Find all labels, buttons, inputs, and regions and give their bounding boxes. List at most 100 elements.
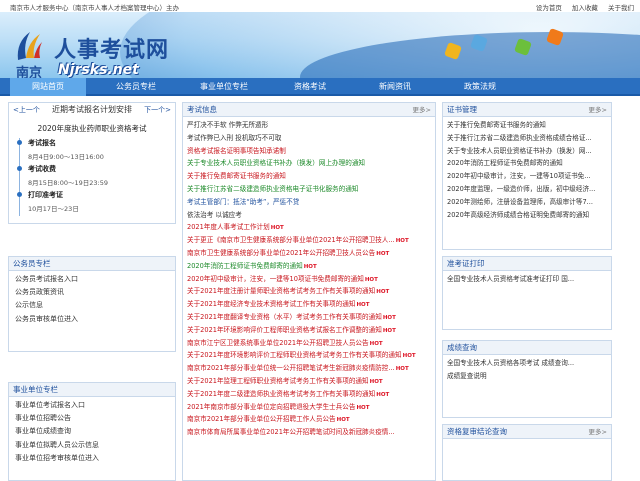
- news-item-text: 依法治考 以诚应考: [187, 210, 242, 219]
- list-item[interactable]: 2020年高级经济师成绩合格证明免费邮寄的通知: [447, 209, 607, 222]
- news-item-text: 严打决不手软 作弊无所遁形: [187, 121, 269, 129]
- schedule-title: 近期考试报名计划安排: [52, 105, 132, 114]
- list-item[interactable]: 公务员审核单位进入: [13, 313, 171, 326]
- list-item[interactable]: 关于专业技术人员职业资格证书补办（换发）网...: [447, 145, 607, 158]
- bullet-icon: [17, 166, 22, 171]
- news-item-text: 关于2021年度翻译专业资格（水平）考试考务工作有关事项的通知: [187, 312, 382, 321]
- news-item-text: 关于2021年监理工程师职业资格考试考务工作有关事项的通知: [187, 376, 369, 385]
- news-item-text: 南京市体育局所属事业单位2021年公开招聘笔试时间及新冠肺炎疫情...: [187, 428, 395, 437]
- news-item[interactable]: 南京市江宁区卫健系统事业单位2021年公开招聘卫技人员公告HOT: [187, 337, 431, 350]
- prev-button[interactable]: <上一个: [13, 103, 40, 117]
- hot-badge-icon: HOT: [303, 263, 317, 270]
- nav-qualification-exam[interactable]: 资格考试: [270, 78, 350, 96]
- bullet-icon: [17, 192, 22, 197]
- list-item[interactable]: 关于推行江苏省二级建造师执业资格成绩合格证...: [447, 132, 607, 145]
- news-item[interactable]: 资格考试报名证明事项告知承诺制: [187, 145, 431, 158]
- next-button[interactable]: 下一个>: [144, 103, 171, 117]
- more-link[interactable]: 更多>: [589, 425, 607, 439]
- about-us-link[interactable]: 关于我们: [608, 4, 634, 12]
- nav-civil-servant[interactable]: 公务员专栏: [96, 78, 176, 96]
- news-item-text: 南京市江宁区卫健系统事业单位2021年公开招聘卫技人员公告: [187, 338, 369, 347]
- more-link[interactable]: 更多>: [589, 103, 607, 117]
- score-query-panel: 成绩查询 全国专业技术人员资格各项考试 成绩查询... 成绩复查说明: [442, 340, 612, 418]
- hot-badge-icon: HOT: [395, 238, 409, 245]
- hot-badge-icon: HOT: [395, 366, 409, 373]
- news-item[interactable]: 关于2021年度注册计量师职业资格考试考务工作有关事项的通知HOT: [187, 285, 431, 298]
- list-item[interactable]: 成绩复查说明: [447, 370, 607, 383]
- news-item[interactable]: 关于更正《南京市卫生健康系统部分事业单位2021年公开招聘卫技人...HOT: [187, 234, 431, 247]
- nav-public-institution[interactable]: 事业单位专栏: [182, 78, 266, 96]
- civil-servant-panel: 公务员专栏 公务员考试报名入口 公务员政策资讯 公示信息 公务员审核单位进入: [8, 256, 176, 352]
- list-item[interactable]: 公务员考试报名入口: [13, 273, 171, 286]
- hot-badge-icon: HOT: [382, 327, 396, 334]
- list-item[interactable]: 事业单位考试报名入口: [13, 399, 171, 412]
- top-links: 设为首页 加入收藏 关于我们: [528, 2, 634, 12]
- news-item[interactable]: 2020年初中级审计，注安，一建等10项证书免费邮寄的通知HOT: [187, 273, 431, 286]
- list-item[interactable]: 全国专业技术人员资格各项考试 成绩查询...: [447, 357, 607, 370]
- news-item[interactable]: 严打决不手软 作弊无所遁形: [187, 119, 431, 132]
- list-item[interactable]: 事业单位招考审核单位进入: [13, 452, 171, 465]
- news-item-text: 关于更正《南京市卫生健康系统部分事业单位2021年公开招聘卫技人...: [187, 236, 395, 245]
- news-item[interactable]: 南京市卫生健康系统部分事业单位2021年公开招聘卫技人员公告HOT: [187, 247, 431, 260]
- news-item-text: 关于专业技术人员职业资格证书补办（换发）网上办理的通知: [187, 159, 366, 168]
- panel-title: 公务员专栏: [9, 257, 175, 271]
- certificate-list: 关于推行免费邮寄证书服务的通知 关于推行江苏省二级建造师执业资格成绩合格证...…: [443, 117, 611, 223]
- news-item[interactable]: 关于2021年环境影响评价工程师职业资格考试报名工作调整的通知HOT: [187, 324, 431, 337]
- list-item[interactable]: 事业单位拟聘人员公示信息: [13, 439, 171, 452]
- list-item[interactable]: 事业单位招聘公告: [13, 412, 171, 425]
- main-nav: 网站首页 公务员专栏 事业单位专栏 资格考试 新闻资讯 政策法规: [0, 78, 640, 96]
- set-homepage-link[interactable]: 设为首页: [536, 4, 562, 12]
- list-item[interactable]: 关于推行免费邮寄证书服务的通知: [447, 119, 607, 132]
- news-item[interactable]: 关于推行江苏省二级建造师执业资格电子证书化服务的通知: [187, 183, 431, 196]
- add-favorite-link[interactable]: 加入收藏: [572, 4, 598, 12]
- logo-icon: [17, 32, 42, 60]
- news-item-text: 关于推行免费邮寄证书服务的通知: [187, 172, 286, 181]
- news-item[interactable]: 关于2021年度翻译专业资格（水平）考试考务工作有关事项的通知HOT: [187, 311, 431, 324]
- list-item[interactable]: 公务员政策资讯: [13, 286, 171, 299]
- news-item[interactable]: 南京市2021年部分事业单位公开招聘工作人员公告HOT: [187, 413, 431, 426]
- step-date: 8月15日8:00～19日23:59: [28, 179, 109, 187]
- schedule-step: 考试收费 8月15日8:00～19日23:59: [17, 164, 175, 190]
- list-item[interactable]: 2020年消防工程师证书免费邮寄的通知: [447, 157, 607, 170]
- hot-badge-icon: HOT: [402, 353, 416, 360]
- news-item[interactable]: 依法治考 以诚应考: [187, 209, 431, 222]
- hot-badge-icon: HOT: [356, 302, 370, 309]
- list-item[interactable]: 2020年度监理，一级造价师，出版，初中级经济...: [447, 183, 607, 196]
- nav-home[interactable]: 网站首页: [10, 78, 86, 96]
- news-item-text: 关于推行江苏省二级建造师执业资格电子证书化服务的通知: [187, 184, 359, 193]
- news-item[interactable]: 2021年度人事考试工作计划HOT: [187, 221, 431, 234]
- list-item[interactable]: 2020年测绘师，注册设备监理师，高级审计等7...: [447, 196, 607, 209]
- schedule-exam-name[interactable]: 2020年度执业药师职业资格考试: [9, 123, 175, 134]
- news-item-text: 南京市2021年部分事业单位公开招聘工作人员公告: [187, 415, 336, 424]
- admission-ticket-panel: 准考证打印 全国专业技术人员资格考试准考证打印 国...: [442, 256, 612, 330]
- list-item[interactable]: 2020年初中级审计，注安，一建等10项证书免...: [447, 170, 607, 183]
- step-date: 10月17日～23日: [28, 205, 79, 213]
- more-link[interactable]: 更多>: [413, 103, 431, 117]
- news-item[interactable]: 2020年消防工程师证书免费邮寄的通知HOT: [187, 260, 431, 273]
- news-item[interactable]: 关于2021年度二级建造师执业资格考试考务工作有关事项的通知HOT: [187, 388, 431, 401]
- news-item[interactable]: 关于专业技术人员职业资格证书补办（换发）网上办理的通知: [187, 157, 431, 170]
- hot-badge-icon: HOT: [376, 250, 390, 257]
- news-item[interactable]: 2021年南京市部分事业单位定向招聘退役大学生士兵公告HOT: [187, 401, 431, 414]
- news-item-text: 关于2021年环境影响评价工程师职业资格考试报名工作调整的通知: [187, 325, 382, 334]
- hot-badge-icon: HOT: [382, 314, 396, 321]
- news-item[interactable]: 关于2021年监理工程师职业资格考试考务工作有关事项的通知HOT: [187, 375, 431, 388]
- nav-news[interactable]: 新闻资讯: [356, 78, 434, 96]
- hot-badge-icon: HOT: [376, 289, 390, 296]
- news-item[interactable]: 南京市2021年部分事业单位统一公开招聘笔试考生新冠肺炎疫情防控...HOT: [187, 362, 431, 375]
- nav-policy[interactable]: 政策法规: [440, 78, 520, 96]
- news-item[interactable]: 关于2021年度经济专业技术资格考试工作有关事项的通知HOT: [187, 298, 431, 311]
- news-item[interactable]: 南京市体育局所属事业单位2021年公开招聘笔试时间及新冠肺炎疫情...: [187, 426, 431, 439]
- hot-badge-icon: HOT: [270, 225, 284, 232]
- news-item[interactable]: 关于推行免费邮寄证书服务的通知: [187, 170, 431, 183]
- news-item-text: 2020年初中级审计，注安，一建等10项证书免费邮寄的通知: [187, 274, 364, 283]
- list-item[interactable]: 公示信息: [13, 299, 171, 312]
- news-item-text: 关于2021年度二级建造师执业资格考试考务工作有关事项的通知: [187, 389, 376, 398]
- hot-badge-icon: HOT: [336, 417, 350, 424]
- list-item[interactable]: 全国专业技术人员资格考试准考证打印 国...: [447, 273, 607, 286]
- exam-schedule-panel: <上一个 近期考试报名计划安排 下一个> 2020年度执业药师职业资格考试 考试…: [8, 102, 176, 224]
- news-item[interactable]: 考试主管部门：抵法“助考”，严惩不贷: [187, 196, 431, 209]
- news-item[interactable]: 考试作弊已入刑 投机取巧不可取: [187, 132, 431, 145]
- news-item[interactable]: 关于2021年度环境影响评价工程师职业资格考试考务工作有关事项的通知HOT: [187, 349, 431, 362]
- list-item[interactable]: 事业单位成绩查询: [13, 425, 171, 438]
